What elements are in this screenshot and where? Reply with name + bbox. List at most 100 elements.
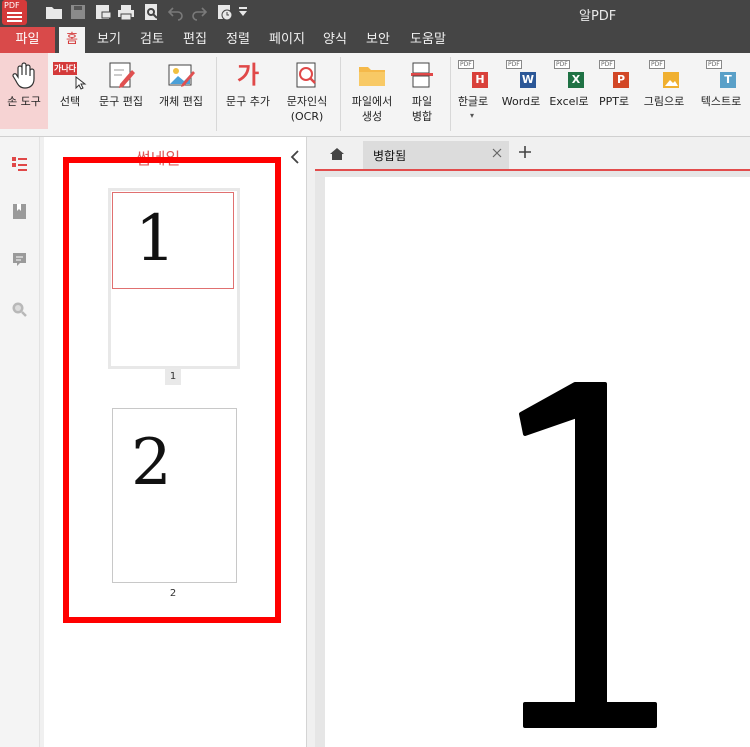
- to-text-label: 텍스트로: [700, 95, 742, 108]
- plus-icon[interactable]: [518, 145, 532, 159]
- pdf-badge: PDF: [706, 60, 722, 69]
- tab-arrange[interactable]: 정렬: [219, 27, 257, 53]
- hand-tool-label: 손 도구: [7, 95, 41, 108]
- ribbon: 손 도구 가나다 선택 문구 편집 개체 편집 가 문구 추가 문자인식 (OC…: [0, 53, 750, 137]
- tab-page[interactable]: 페이지: [262, 27, 312, 53]
- print-icon[interactable]: [117, 3, 135, 21]
- ocr-button[interactable]: 문자인식 (OCR): [279, 53, 335, 129]
- to-hangul-button[interactable]: PDF H 한글로 ▾: [452, 53, 494, 129]
- tab-home[interactable]: 홈: [59, 27, 85, 53]
- ribbon-divider: [450, 57, 451, 131]
- document-viewer[interactable]: 1: [315, 171, 750, 747]
- word-badge: W: [520, 72, 536, 88]
- to-hangul-label: 한글로: [457, 95, 489, 108]
- text-edit-icon: [106, 60, 136, 90]
- create-from-file-label: 파일에서 생성: [351, 95, 393, 123]
- excel-badge: X: [568, 72, 584, 88]
- history-icon[interactable]: [216, 3, 234, 21]
- word-convert-icon: PDF W: [506, 60, 536, 90]
- add-text-button[interactable]: 가 문구 추가: [221, 53, 275, 129]
- document-tab-bar: 병합됨: [315, 137, 750, 171]
- collapse-panel-icon[interactable]: [288, 149, 302, 165]
- hand-icon: [9, 60, 39, 90]
- comment-icon[interactable]: [11, 251, 28, 268]
- to-text-button[interactable]: PDF T 텍스트로: [694, 53, 748, 129]
- to-ppt-button[interactable]: PDF P PPT로: [594, 53, 634, 129]
- tab-edit[interactable]: 편집: [175, 27, 215, 53]
- hangul-dropdown-icon[interactable]: ▾: [470, 111, 474, 120]
- app-menu-button[interactable]: PDF: [2, 0, 27, 25]
- open-folder-icon[interactable]: [45, 3, 63, 21]
- to-image-button[interactable]: PDF 그림으로: [638, 53, 690, 129]
- tab-help[interactable]: 도움말: [402, 27, 454, 53]
- hangul-convert-icon: PDF H: [458, 60, 488, 90]
- folder-icon: [357, 60, 387, 90]
- thumbnail-content: 1: [135, 202, 176, 276]
- close-icon[interactable]: [491, 147, 503, 159]
- page-thumbnail-2[interactable]: 2: [112, 408, 237, 583]
- to-ppt-label: PPT로: [598, 95, 630, 108]
- home-icon[interactable]: [329, 146, 345, 162]
- select-button[interactable]: 가나다 선택: [50, 53, 90, 129]
- save-icon[interactable]: [69, 3, 87, 21]
- tab-file[interactable]: 파일: [0, 27, 55, 53]
- create-from-file-button[interactable]: 파일에서 생성: [345, 53, 399, 129]
- ribbon-divider: [340, 57, 341, 131]
- redo-icon[interactable]: [190, 3, 208, 21]
- page-number-label: 1: [165, 368, 181, 385]
- pdf-badge: PDF: [599, 60, 615, 69]
- search-doc-icon[interactable]: [143, 3, 161, 21]
- title-bar: PDF 알PDF: [0, 0, 750, 27]
- page-number-label: 2: [169, 588, 177, 599]
- pdf-badge: PDF: [506, 60, 522, 69]
- to-image-label: 그림으로: [643, 95, 685, 108]
- menu-bar: 파일 홈 보기 검토 편집 정렬 페이지 양식 보안 도움말: [0, 27, 750, 53]
- mail-icon[interactable]: [94, 3, 112, 21]
- sidebar-icon-strip: [0, 137, 40, 747]
- to-word-label: Word로: [501, 95, 541, 108]
- search-icon[interactable]: [11, 301, 28, 318]
- tab-review[interactable]: 검토: [133, 27, 171, 53]
- to-excel-label: Excel로: [549, 95, 589, 108]
- merge-icon: [407, 60, 437, 90]
- document-tab[interactable]: 병합됨: [363, 141, 509, 169]
- excel-convert-icon: PDF X: [554, 60, 584, 90]
- ocr-icon: [292, 60, 322, 90]
- document-tab-label: 병합됨: [373, 149, 407, 163]
- tab-view[interactable]: 보기: [90, 27, 128, 53]
- to-word-button[interactable]: PDF W Word로: [498, 53, 544, 129]
- pdf-badge: PDF: [649, 60, 665, 69]
- bookmark-icon[interactable]: [11, 203, 28, 220]
- text-badge: T: [720, 72, 736, 88]
- text-edit-button[interactable]: 문구 편집: [92, 53, 150, 129]
- merge-files-label: 파일 병합: [411, 95, 433, 123]
- undo-icon[interactable]: [167, 3, 185, 21]
- select-text-icon: 가나다: [53, 62, 87, 92]
- thumbnail-selection: 1: [112, 192, 234, 289]
- dropdown-icon[interactable]: [234, 3, 247, 21]
- tab-form[interactable]: 양식: [316, 27, 354, 53]
- to-excel-button[interactable]: PDF X Excel로: [546, 53, 592, 129]
- image-convert-icon: PDF: [649, 60, 679, 90]
- hangul-badge: H: [472, 72, 488, 88]
- ppt-convert-icon: PDF P: [599, 60, 629, 90]
- app-title: 알PDF: [579, 9, 617, 24]
- object-edit-button[interactable]: 개체 편집: [152, 53, 210, 129]
- select-badge: 가나다: [53, 62, 78, 75]
- text-convert-icon: PDF T: [706, 60, 736, 90]
- ppt-badge: P: [613, 72, 629, 88]
- pdf-badge: PDF: [458, 60, 474, 69]
- tab-security[interactable]: 보안: [358, 27, 398, 53]
- thumbnails-icon[interactable]: [11, 155, 28, 172]
- add-text-icon: 가: [236, 61, 260, 89]
- add-text-label: 문구 추가: [226, 95, 270, 108]
- object-edit-icon: [166, 60, 196, 90]
- page-thumbnail-1[interactable]: 1: [108, 188, 240, 369]
- pdf-badge: PDF: [554, 60, 570, 69]
- page-digit-graphic: [519, 382, 657, 728]
- ribbon-divider: [216, 57, 217, 131]
- app-logo-text: PDF: [4, 1, 20, 10]
- hand-tool-button[interactable]: 손 도구: [0, 53, 48, 129]
- document-page: 1: [325, 177, 750, 747]
- merge-files-button[interactable]: 파일 병합: [401, 53, 443, 129]
